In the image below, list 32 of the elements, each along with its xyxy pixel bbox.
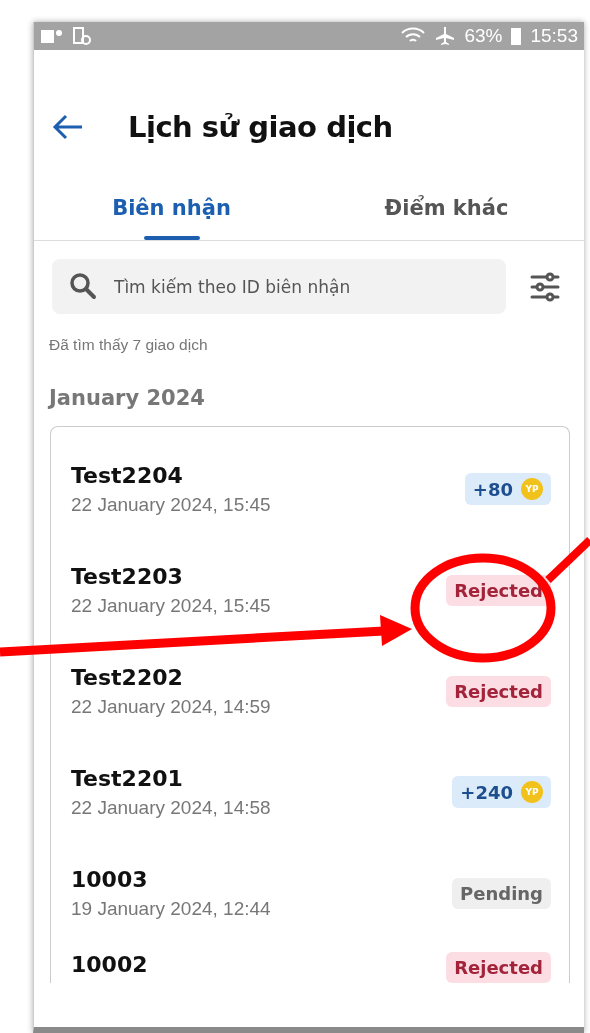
points-badge: +240 YP <box>452 776 551 808</box>
tab[interactable]: Điểm khác <box>309 184 584 240</box>
transaction-id: 10002 <box>71 952 148 977</box>
back-arrow-icon[interactable] <box>52 114 84 140</box>
points-badge: +80 YP <box>464 473 551 505</box>
transaction-date: 22 January 2024, 15:45 <box>71 493 271 516</box>
tab[interactable]: Biên nhận <box>34 184 309 240</box>
transaction-id: 10003 <box>71 866 149 892</box>
transaction-date: 22 January 2024, 14:59 <box>71 695 271 718</box>
app-icon <box>40 27 64 45</box>
page-title: Lịch sử giao dịch <box>128 110 393 144</box>
month-heading: January 2024 <box>46 385 206 410</box>
battery-icon <box>510 26 523 46</box>
status-badge: Pending <box>452 877 551 909</box>
transaction-date: 22 January 2024, 15:45 <box>71 594 271 617</box>
search-icon <box>68 271 98 301</box>
status-time: 15:53 <box>530 25 578 47</box>
battery-percentage: 63% <box>464 25 503 47</box>
annotation-line <box>545 537 590 583</box>
airplane-icon <box>434 26 457 46</box>
transaction-id: Test2204 <box>71 462 184 488</box>
result-count: Đã tìm thấy 7 giao dịch <box>48 335 209 354</box>
transaction-date: 19 January 2024, 12:44 <box>71 897 271 920</box>
transaction-id: Test2203 <box>71 563 184 589</box>
phone-icon <box>72 26 92 46</box>
search-field[interactable]: Tìm kiếm theo ID biên nhận <box>52 259 506 314</box>
transaction-id: Test2202 <box>71 664 184 690</box>
transaction-id: Test2201 <box>71 765 184 791</box>
transaction-date: 22 January 2024, 14:58 <box>71 796 271 819</box>
status-badge: Rejected <box>446 952 551 983</box>
filter-sliders-icon[interactable] <box>530 271 560 302</box>
status-badge: Rejected <box>446 675 551 707</box>
